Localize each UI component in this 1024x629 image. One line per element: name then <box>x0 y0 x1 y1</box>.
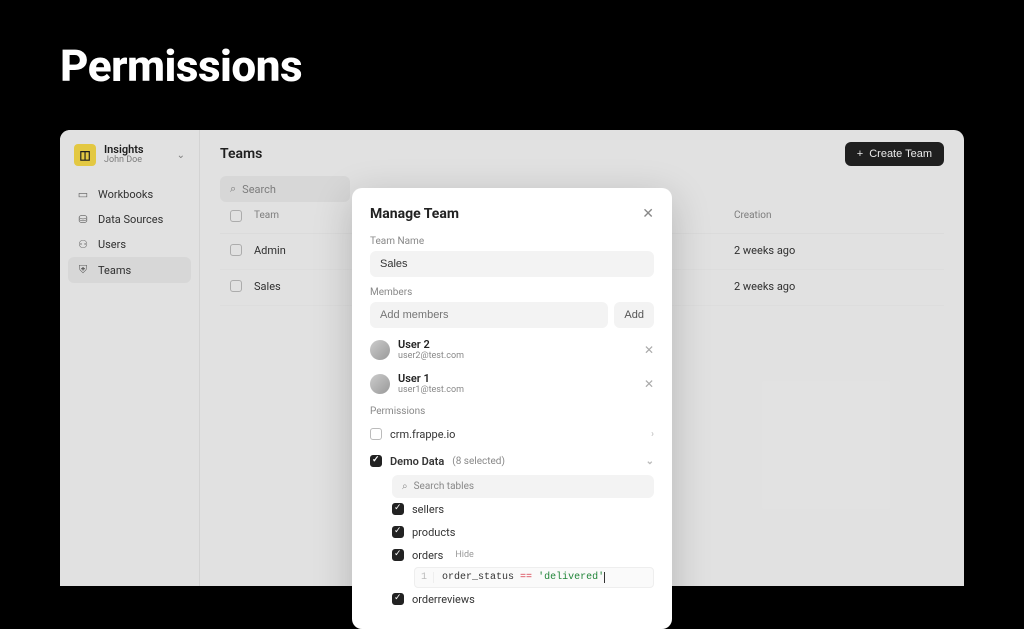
table-checkbox[interactable] <box>392 503 404 515</box>
table-item-orders[interactable]: orders Hide <box>370 544 654 567</box>
close-icon[interactable]: ✕ <box>642 206 654 222</box>
perm-item-crm[interactable]: crm.frappe.io › <box>370 421 654 448</box>
member-name: User 2 <box>398 338 636 351</box>
line-number: 1 <box>421 572 434 583</box>
table-label: products <box>412 526 455 539</box>
perm-checkbox[interactable] <box>370 428 382 440</box>
table-checkbox[interactable] <box>392 549 404 561</box>
add-member-button[interactable]: Add <box>614 302 654 328</box>
slide-title: Permissions <box>0 0 1024 112</box>
remove-member-icon[interactable]: ✕ <box>644 343 654 357</box>
table-item-sellers[interactable]: sellers <box>370 498 654 521</box>
text-cursor <box>604 572 605 583</box>
code-operator: == <box>520 572 532 583</box>
table-item-orderreviews[interactable]: orderreviews <box>370 588 654 611</box>
member-row: User 1 user1@test.com ✕ <box>370 372 654 396</box>
avatar <box>370 340 390 360</box>
perm-item-demo[interactable]: Demo Data (8 selected) ⌄ <box>370 448 654 475</box>
add-members-input[interactable] <box>370 302 608 328</box>
perm-label: crm.frappe.io <box>390 428 455 441</box>
member-name: User 1 <box>398 372 636 385</box>
remove-member-icon[interactable]: ✕ <box>644 377 654 391</box>
chevron-right-icon: › <box>651 429 654 440</box>
table-label: orders <box>412 549 443 562</box>
row-filter-code[interactable]: 1 order_status == 'delivered' <box>414 567 654 588</box>
table-checkbox[interactable] <box>392 593 404 605</box>
team-name-label: Team Name <box>370 236 654 247</box>
team-name-input[interactable] <box>370 251 654 277</box>
permissions-label: Permissions <box>370 406 654 417</box>
search-tables-input[interactable]: ⌕ Search tables <box>392 475 654 498</box>
code-identifier: order_status <box>442 572 514 583</box>
member-email: user1@test.com <box>398 385 636 396</box>
perm-count: (8 selected) <box>452 456 505 467</box>
perm-label: Demo Data <box>390 455 444 468</box>
chevron-down-icon: ⌄ <box>646 456 654 467</box>
table-checkbox[interactable] <box>392 526 404 538</box>
search-icon: ⌕ <box>402 481 408 492</box>
members-label: Members <box>370 287 654 298</box>
perm-checkbox[interactable] <box>370 455 382 467</box>
table-label: sellers <box>412 503 444 516</box>
hide-filter-link[interactable]: Hide <box>455 550 473 560</box>
member-email: user2@test.com <box>398 351 636 362</box>
avatar <box>370 374 390 394</box>
table-label: orderreviews <box>412 593 475 606</box>
member-row: User 2 user2@test.com ✕ <box>370 338 654 362</box>
table-item-products[interactable]: products <box>370 521 654 544</box>
manage-team-modal: Manage Team ✕ Team Name Members Add User… <box>352 188 672 629</box>
code-string: 'delivered' <box>538 572 604 583</box>
modal-title: Manage Team <box>370 206 459 222</box>
search-tables-placeholder: Search tables <box>414 481 474 492</box>
